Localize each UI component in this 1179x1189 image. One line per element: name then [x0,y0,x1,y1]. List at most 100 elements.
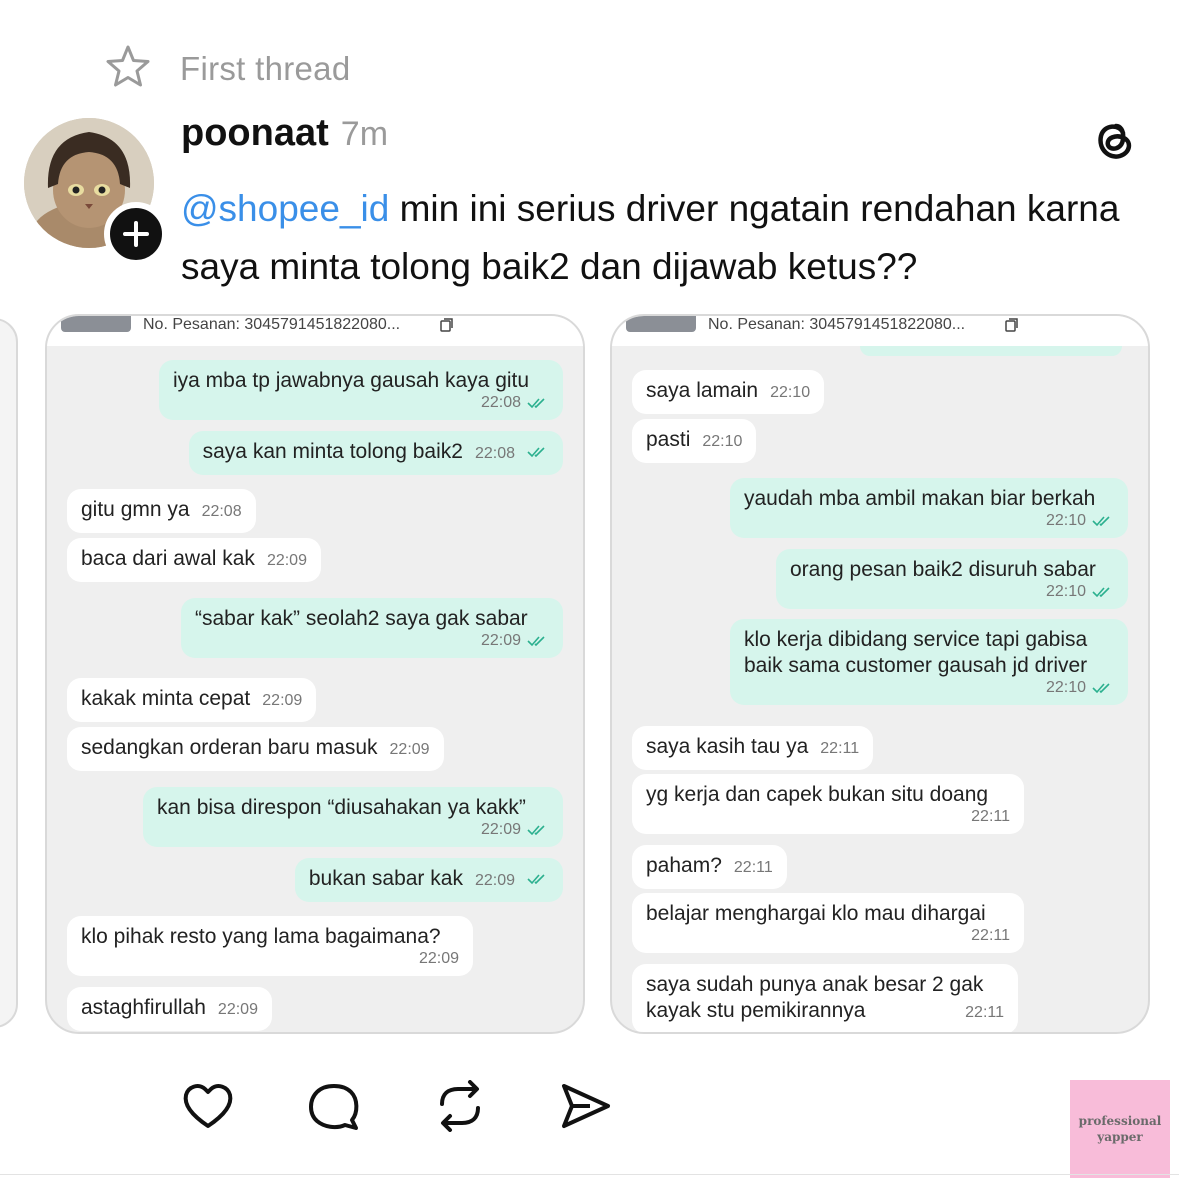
chat-message: kan bisa direspon “diusahakan ya kakk” 2… [143,787,563,847]
previous-message-edge [860,346,1122,356]
message-time: 22:09 [418,950,459,967]
follow-button[interactable] [104,202,168,266]
previous-image-edge[interactable] [0,318,18,1028]
username[interactable]: poonaat [181,112,329,155]
message-time: 22:10 [770,384,811,401]
message-text: iya mba tp jawabnya gausah kaya gitu [173,369,530,392]
double-check-icon [527,825,545,836]
share-button[interactable] [558,1080,614,1132]
message-time: 22:11 [733,859,773,876]
repost-icon [440,1080,480,1132]
like-button[interactable] [180,1080,236,1132]
message-text: saya kasih tau ya [646,735,809,758]
order-number: No. Pesanan: 3045791451822080... [143,316,401,333]
message-time: 22:10 [1045,679,1086,696]
message-time: 22:09 [480,632,521,649]
double-check-icon [527,447,545,458]
chat-message: saya sudah punya anak besar 2 gak kayak … [632,964,1018,1032]
star-icon[interactable] [104,42,152,95]
chat-message: pasti 22:10 [632,419,757,463]
message-time: 22:10 [702,433,743,450]
double-check-icon [1092,683,1110,694]
post-author-row: poonaat 7m [181,112,388,155]
chat-message: sedangkan orderan baru masuk 22:09 [67,727,444,771]
message-time: 22:08 [474,445,515,462]
order-header: No. Pesanan: 3045791451822080... [612,316,1148,346]
chat-message: bukan sabar kak 22:09 [294,858,563,902]
message-text: baca dari awal kak [81,547,255,570]
repost-button[interactable] [432,1080,488,1132]
chat-message: astaghfirullah 22:09 [67,987,272,1031]
thread-header: First thread [104,42,351,95]
message-text: klo pihak resto yang lama bagaimana? [81,925,441,948]
message-text: astaghfirullah [81,996,206,1019]
message-text: “sabar kak” seolah2 saya gak sabar [195,607,528,630]
post-time: 7m [340,115,389,153]
divider [0,1174,1179,1175]
chat-message: saya lamain 22:10 [632,370,825,414]
message-text: sedangkan orderan baru masuk [81,736,378,759]
message-time: 22:08 [201,503,242,520]
message-time: 22:09 [266,552,307,569]
message-text: gitu gmn ya [81,498,190,521]
message-text: saya kan minta tolong baik2 [202,440,463,463]
double-check-icon [527,398,545,409]
double-check-icon [1092,516,1110,527]
heart-icon [183,1084,233,1128]
chat-message: baca dari awal kak 22:09 [67,538,321,582]
chat-screenshot-1[interactable]: No. Pesanan: 3045791451822080... iya mba… [45,314,585,1034]
message-text: paham? [646,854,722,877]
chat-message: klo pihak resto yang lama bagaimana? 22:… [67,916,473,976]
chat-screenshot-2[interactable]: No. Pesanan: 3045791451822080... saya la… [610,314,1150,1034]
message-time: 22:09 [217,1001,258,1018]
chat-message: gitu gmn ya 22:08 [67,489,256,533]
watermark-line-2: yapper [1097,1130,1143,1144]
post-text: @shopee_id min ini serius driver ngatain… [181,180,1141,296]
message-text: orang pesan baik2 disuruh sabar [790,558,1096,581]
chat-message: yg kerja dan capek bukan situ doang 22:1… [632,774,1024,834]
product-thumbnail [61,316,131,332]
double-check-icon [527,636,545,647]
watermark-line-1: professional [1078,1114,1162,1128]
chat-message: saya kan minta tolong baik2 22:08 [188,431,563,475]
watermark: professional yapper [1070,1080,1170,1178]
message-time: 22:11 [971,808,1010,825]
message-time: 22:09 [480,821,521,838]
post-actions [180,1080,684,1132]
chat-message: paham? 22:11 [632,845,787,889]
message-text: belajar menghargai klo mau dihargai [646,902,986,925]
order-number: No. Pesanan: 3045791451822080... [708,316,966,333]
message-time: 22:08 [480,394,521,411]
message-text: pasti [646,428,691,451]
chat-message: yaudah mba ambil makan biar berkah 22:10 [730,478,1128,538]
share-icon [562,1084,610,1128]
threads-logo-icon [1098,123,1132,159]
order-header: No. Pesanan: 3045791451822080... [47,316,583,346]
copy-icon[interactable] [1004,317,1020,333]
message-time: 22:10 [1045,512,1086,529]
message-text-line-2: baik sama customer gausah jd driver [744,654,1088,677]
chat-message: kakak minta cepat 22:09 [67,678,317,722]
comment-icon [309,1084,359,1130]
chat-message: saya kasih tau ya 22:11 [632,726,874,770]
message-text: saya lamain [646,379,759,402]
chat-message: klo kerja dibidang service tapi gabisa b… [730,619,1128,705]
comment-button[interactable] [306,1080,362,1132]
message-time: 22:09 [474,872,515,889]
message-text: yg kerja dan capek bukan situ doang [646,783,989,806]
chat-message: iya mba tp jawabnya gausah kaya gitu 22:… [159,360,563,420]
chat-message: orang pesan baik2 disuruh sabar 22:10 [776,549,1128,609]
mention-link[interactable]: @shopee_id [181,188,389,229]
message-time: 22:09 [389,741,430,758]
chat-message: “sabar kak” seolah2 saya gak sabar 22:09 [181,598,563,658]
message-text-line-1: klo kerja dibidang service tapi gabisa [744,628,1088,651]
message-text-line-2: kayak stu pemikirannya [646,999,866,1022]
plus-icon [123,221,149,247]
double-check-icon [527,874,545,885]
copy-icon[interactable] [439,317,455,333]
message-text-line-1: saya sudah punya anak besar 2 gak [646,973,984,996]
message-text: yaudah mba ambil makan biar berkah [744,487,1096,510]
message-time: 22:11 [971,927,1010,944]
header-title: First thread [180,49,351,87]
message-time: 22:10 [1045,583,1086,600]
